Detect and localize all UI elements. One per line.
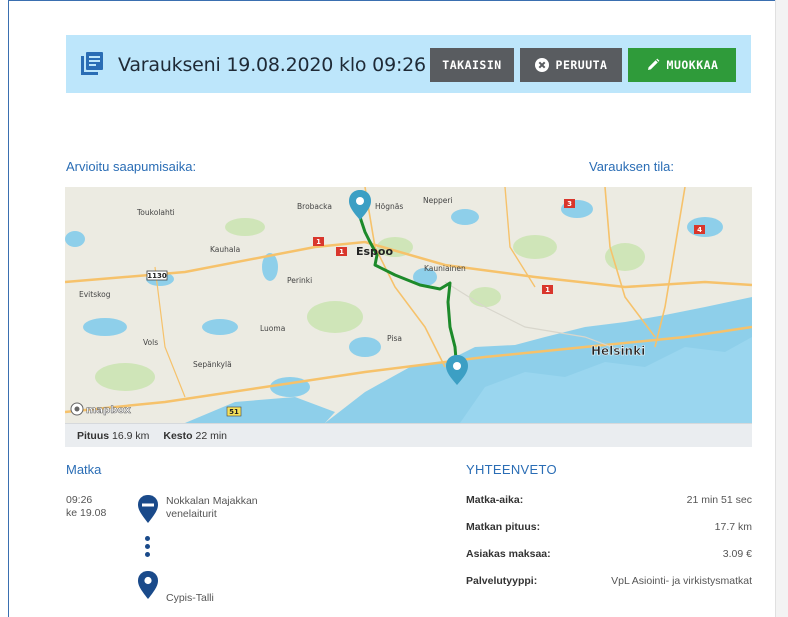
route-length-label: Pituus (77, 429, 110, 442)
route-map[interactable]: 1130 1 1 1 3 4 51 Toukolahti Brobacka Hö… (65, 187, 752, 423)
trip-departure: 09:26 ke 19.08 (66, 494, 106, 520)
road-number-3: 3 (567, 200, 572, 208)
route-duration: Kesto 22 min (163, 430, 227, 442)
trip-time: 09:26 (66, 494, 93, 506)
route-length: Pituus 16.9 km (77, 430, 149, 442)
page-scroll-gutter (775, 0, 788, 617)
summary-row-duration: Matka-aika: 21 min 51 sec (466, 494, 752, 506)
start-location: Nokkalan Majakkan venelaiturit (166, 495, 258, 521)
place-hognas: Högnäs (375, 202, 403, 211)
summary-value: 17.7 km (714, 521, 752, 533)
road-number-4: 4 (697, 226, 702, 234)
place-luoma: Luoma (260, 324, 285, 333)
trip-section-title: Matka (66, 462, 102, 477)
place-espoo: Espoo (356, 245, 393, 258)
end-location-pin-icon (137, 570, 159, 605)
road-number-1c: 1 (545, 286, 550, 294)
cancel-button[interactable]: PERUUTA (520, 48, 622, 82)
edit-button-label: MUOKKAA (666, 58, 719, 72)
start-location-line1: Nokkalan Majakkan (166, 495, 258, 507)
summary-key: Matka-aika: (466, 494, 524, 506)
summary-value: 3.09 € (722, 548, 752, 560)
place-perinki: Perinki (287, 276, 312, 285)
summary-row-length: Matkan pituus: 17.7 km (466, 521, 752, 533)
route-duration-value: 22 min (195, 429, 227, 442)
back-button[interactable]: TAKAISIN (430, 48, 514, 82)
place-brobacka: Brobacka (297, 202, 332, 211)
place-toukolahti: Toukolahti (136, 208, 175, 217)
road-number-1a: 1 (316, 238, 321, 246)
route-length-value: 16.9 km (112, 429, 150, 442)
pencil-icon (646, 58, 660, 72)
summary-value: 21 min 51 sec (686, 494, 752, 506)
trip-date: ke 19.08 (66, 507, 107, 519)
place-kauniainen: Kauniainen (424, 264, 466, 273)
window-left-border (8, 0, 9, 617)
cancel-button-label: PERUUTA (555, 58, 608, 72)
estimated-arrival-label: Arvioitu saapumisaika: (66, 159, 197, 174)
road-number-1b: 1 (339, 248, 344, 256)
summary-key: Matkan pituus: (466, 521, 541, 533)
place-kauhala: Kauhala (210, 245, 240, 254)
mapbox-logo-text: mapbox (86, 405, 131, 416)
place-vols: Vols (143, 338, 158, 347)
place-evitskog: Evitskog (79, 290, 111, 299)
summary-key: Asiakas maksaa: (466, 548, 551, 560)
cancel-circle-icon (534, 58, 549, 72)
window-top-border (8, 0, 775, 1)
page-title: Varaukseni 19.08.2020 klo 09:26 (118, 54, 426, 76)
road-number-1130: 1130 (147, 272, 167, 280)
summary-section-title: YHTEENVETO (466, 462, 557, 477)
place-helsinki: Helsinki (591, 344, 645, 358)
summary-row-payment: Asiakas maksaa: 3.09 € (466, 548, 752, 560)
edit-button[interactable]: MUOKKAA (628, 48, 736, 82)
route-duration-label: Kesto (163, 429, 193, 442)
summary-key: Palvelutyyppi: (466, 575, 538, 587)
back-button-label: TAKAISIN (442, 58, 502, 72)
place-pisa: Pisa (387, 334, 402, 343)
document-icon (78, 51, 104, 77)
road-number-51: 51 (229, 408, 239, 416)
end-location: Cypis-Talli (166, 592, 214, 604)
route-info-bar: Pituus 16.9 km Kesto 22 min (65, 423, 752, 447)
place-sepankyla: Sepänkylä (193, 360, 232, 369)
summary-value: VpL Asiointi- ja virkistysmatkat (611, 575, 752, 587)
mapbox-logo[interactable]: mapbox (70, 402, 132, 416)
booking-status-label: Varauksen tila: (589, 159, 675, 174)
start-location-line2: venelaiturit (166, 508, 217, 520)
booking-header: Varaukseni 19.08.2020 klo 09:26 TAKAISIN… (66, 35, 751, 93)
place-nepperi: Nepperi (423, 196, 453, 205)
start-location-pin-icon (137, 494, 159, 529)
summary-row-service-type: Palvelutyyppi: VpL Asiointi- ja virkisty… (466, 575, 752, 587)
route-dots-icon (145, 536, 151, 560)
